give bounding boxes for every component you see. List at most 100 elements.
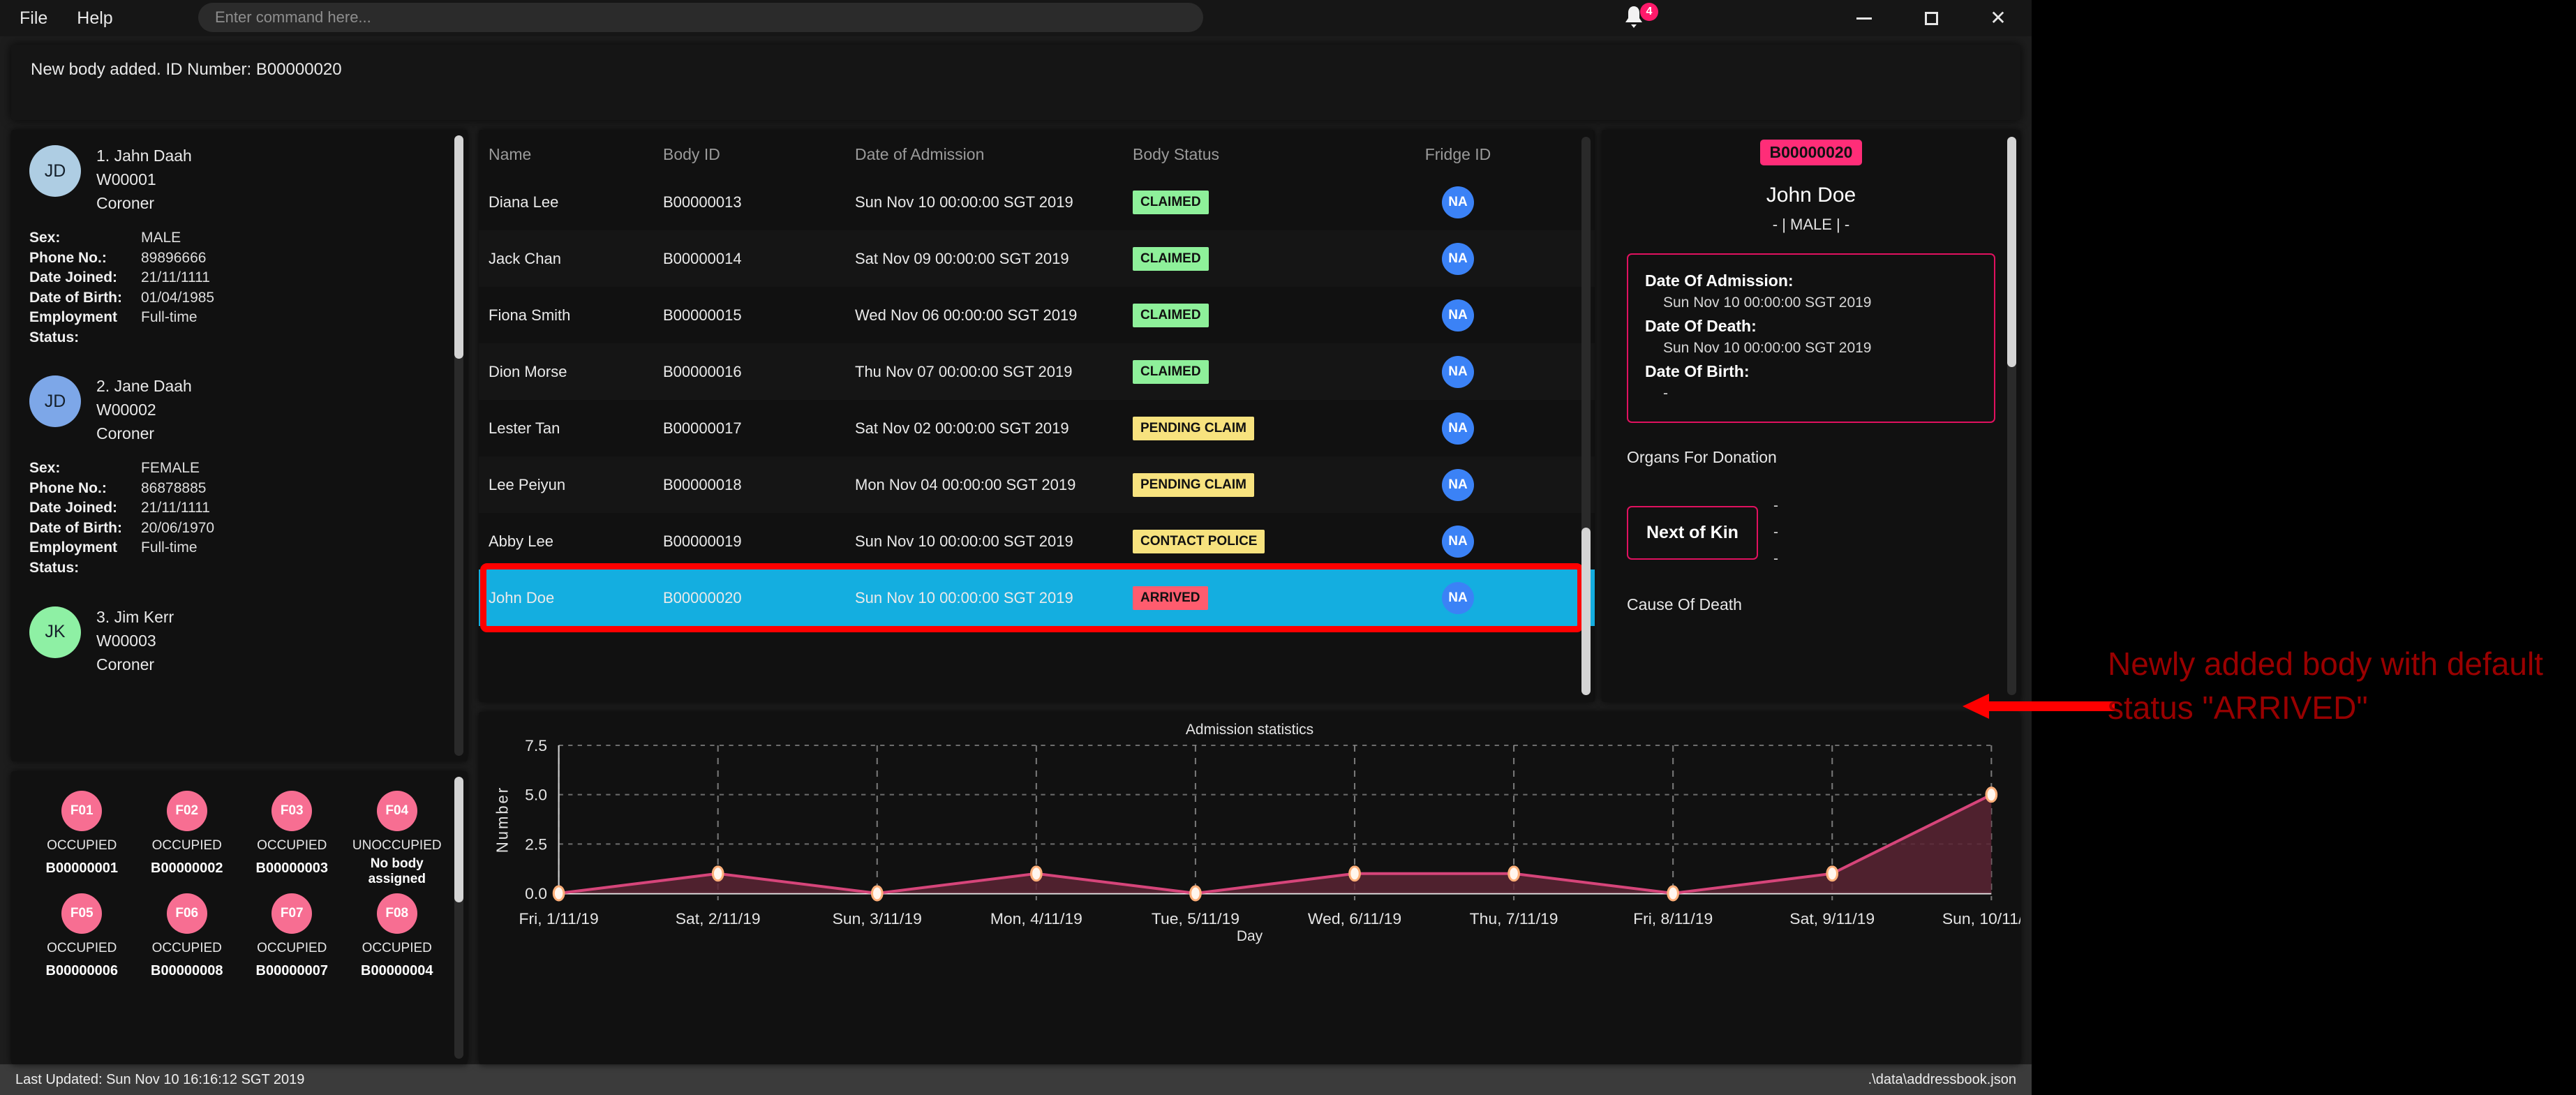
cell-admission-date: Sat Nov 09 00:00:00 SGT 2019	[855, 249, 1069, 267]
worker-id: W00002	[96, 401, 156, 419]
cell-name: Jack Chan	[489, 249, 561, 267]
fridge-status-label: OCCUPIED	[47, 940, 117, 955]
worker-field-key: Date Joined:	[29, 500, 118, 516]
fridge-status-label: OCCUPIED	[257, 838, 327, 853]
detail-birth-label: Date Of Birth:	[1645, 362, 1750, 380]
menu-item-file[interactable]: File	[10, 6, 57, 31]
cell-admission-date: Mon Nov 04 00:00:00 SGT 2019	[855, 475, 1076, 493]
worker-field-row: Sex: FEMALE	[29, 459, 449, 479]
worker-field-row: Phone No.: 86878885	[29, 479, 449, 499]
fridge-cell[interactable]: F01 OCCUPIED B00000001	[29, 791, 135, 888]
cell-body-id: B00000016	[663, 362, 742, 380]
notifications-button[interactable]: 4	[1619, 3, 1658, 33]
maximize-icon	[1924, 11, 1938, 25]
worker-list-panel[interactable]: JD 1. Jahn Daah W00001 Coroner Sex: MALE Phone…	[11, 130, 468, 761]
minimize-button[interactable]	[1831, 0, 1898, 36]
fridge-id-badge: F05	[61, 893, 103, 934]
next-of-kin-label: Next of Kin	[1627, 505, 1758, 560]
maximize-button[interactable]	[1898, 0, 1965, 36]
worker-field-key: Employment Status:	[29, 539, 118, 576]
worker-card[interactable]: JD 1. Jahn Daah W00001 Coroner Sex: MALE Phone…	[11, 130, 468, 360]
cause-of-death-label: Cause Of Death	[1627, 595, 1742, 613]
menu-item-help[interactable]: Help	[67, 6, 122, 31]
worker-field-row: Employment Status: Full-time	[29, 308, 449, 348]
column-header-name: Name	[489, 145, 532, 163]
table-row[interactable]: Dion Morse B00000016 Thu Nov 07 00:00:00 S…	[479, 343, 1595, 400]
chart-x-tick: Sun, 10/11/19	[1942, 910, 2020, 927]
column-header-fridge-id: Fridge ID	[1424, 145, 1491, 163]
body-detail-panel: B00000020 John Doe - | MALE | - Date Of …	[1602, 130, 2020, 702]
fridge-id-pill: NA	[1442, 355, 1474, 388]
fridge-list-panel[interactable]: F01 OCCUPIED B00000001 F02 OCCUPIED B00000002…	[11, 771, 468, 1064]
chart-data-point	[870, 885, 884, 902]
cell-fridge-id: NA	[1342, 242, 1574, 275]
table-row[interactable]: John Doe B00000020 Sun Nov 10 00:00:00 SGT…	[479, 569, 1595, 626]
worker-list-scrollbar-thumb[interactable]	[454, 135, 463, 359]
fridge-scrollbar-thumb[interactable]	[454, 777, 463, 902]
cell-fridge-id: NA	[1342, 355, 1574, 388]
fridge-status-label: UNOCCUPIED	[352, 838, 442, 853]
chart-data-point	[1985, 787, 1998, 803]
cell-admission-date: Sat Nov 02 00:00:00 SGT 2019	[855, 419, 1069, 437]
cell-admission-date: Wed Nov 06 00:00:00 SGT 2019	[855, 306, 1078, 324]
next-of-kin-values: - - -	[1773, 498, 1778, 567]
worker-card[interactable]: JD 2. Jane Daah W00002 Coroner Sex: FEMALE Pho…	[11, 360, 468, 590]
fridge-scrollbar-track[interactable]	[454, 777, 463, 1059]
cell-body-status: PENDING CLAIM	[1133, 416, 1342, 440]
worker-field-row: Phone No.: 89896666	[29, 248, 449, 269]
window-controls: ✕	[1831, 0, 2032, 36]
table-row[interactable]: Fiona Smith B00000015 Wed Nov 06 00:00:00 …	[479, 287, 1595, 343]
cell-body-status: CLAIMED	[1133, 359, 1342, 384]
table-row[interactable]: Abby Lee B00000019 Sun Nov 10 00:00:00 SGT…	[479, 513, 1595, 569]
worker-list-scrollbar-track[interactable]	[454, 135, 463, 756]
worker-field-key: Phone No.:	[29, 479, 107, 496]
worker-identity: 1. Jahn Daah W00001 Coroner	[96, 145, 192, 213]
table-scrollbar-thumb[interactable]	[1581, 528, 1591, 695]
worker-field-value: 21/11/1111	[141, 269, 210, 286]
table-row[interactable]: Jack Chan B00000014 Sat Nov 09 00:00:00 SG…	[479, 230, 1595, 287]
fridge-cell[interactable]: F07 OCCUPIED B00000007	[239, 893, 345, 980]
detail-scrollbar-thumb[interactable]	[2007, 137, 2016, 367]
worker-field-row: Date Joined: 21/11/1111	[29, 498, 449, 519]
command-input[interactable]	[198, 3, 1203, 32]
cell-admission-date: Thu Nov 07 00:00:00 SGT 2019	[855, 362, 1073, 380]
left-column: JD 1. Jahn Daah W00001 Coroner Sex: MALE Phone…	[11, 130, 468, 1064]
fridge-id-badge: F03	[271, 791, 313, 831]
detail-scrollbar-track[interactable]	[2007, 137, 2016, 695]
close-button[interactable]: ✕	[1965, 0, 2032, 36]
column-header-admission: Date of Admission	[855, 145, 985, 163]
worker-identity: 3. Jim Kerr W00003 Coroner	[96, 606, 174, 674]
worker-field-row: Employment Status: Full-time	[29, 538, 449, 578]
cell-fridge-id: NA	[1342, 299, 1574, 332]
fridge-cell[interactable]: F02 OCCUPIED B00000002	[135, 791, 240, 888]
result-display-banner: New body added. ID Number: B00000020	[11, 45, 2020, 120]
worker-card[interactable]: JK 3. Jim Kerr W00003 Coroner	[11, 591, 468, 687]
avatar: JD	[29, 375, 81, 428]
worker-name: 3. Jim Kerr	[96, 607, 174, 626]
worker-field-value: 89896666	[141, 249, 207, 266]
last-updated-text: Last Updated: Sun Nov 10 16:16:12 SGT 20…	[15, 1071, 305, 1087]
chart-plot: 0.0 2.5 5.0 7.5 Fri, 1/11/19 Sat, 2/11/19 Sun,…	[493, 738, 2020, 928]
table-scrollbar-track[interactable]	[1581, 137, 1591, 695]
detail-dates-box: Date Of Admission: Sun Nov 10 00:00:00 S…	[1627, 253, 1995, 423]
fridge-cell[interactable]: F06 OCCUPIED B00000008	[135, 893, 240, 980]
fridge-cell[interactable]: F08 OCCUPIED B00000004	[345, 893, 450, 980]
fridge-cell[interactable]: F03 OCCUPIED B00000003	[239, 791, 345, 888]
cell-name: Diana Lee	[489, 193, 559, 211]
fridge-body-id: B00000007	[255, 962, 328, 978]
table-row[interactable]: Lee Peiyun B00000018 Mon Nov 04 00:00:00 S…	[479, 456, 1595, 513]
status-badge: PENDING CLAIM	[1133, 472, 1254, 497]
fridge-status-label: OCCUPIED	[151, 940, 222, 955]
close-icon: ✕	[1990, 7, 2007, 29]
fridge-id-pill: NA	[1442, 242, 1474, 275]
status-badge: CLAIMED	[1133, 246, 1209, 271]
table-row[interactable]: Diana Lee B00000013 Sun Nov 10 00:00:00 SG…	[479, 174, 1595, 230]
fridge-id-badge: F01	[61, 791, 103, 831]
fridge-cell[interactable]: F04 UNOCCUPIED No body assigned	[345, 791, 450, 888]
worker-field-value: 01/04/1985	[141, 289, 215, 306]
table-row[interactable]: Lester Tan B00000017 Sat Nov 02 00:00:00 S…	[479, 400, 1595, 456]
cell-body-id: B00000014	[663, 249, 742, 267]
fridge-cell[interactable]: F05 OCCUPIED B00000006	[29, 893, 135, 980]
body-table-panel[interactable]: Name Body ID Date of Admission Body Stat…	[479, 130, 1595, 702]
cell-body-id: B00000015	[663, 306, 742, 324]
